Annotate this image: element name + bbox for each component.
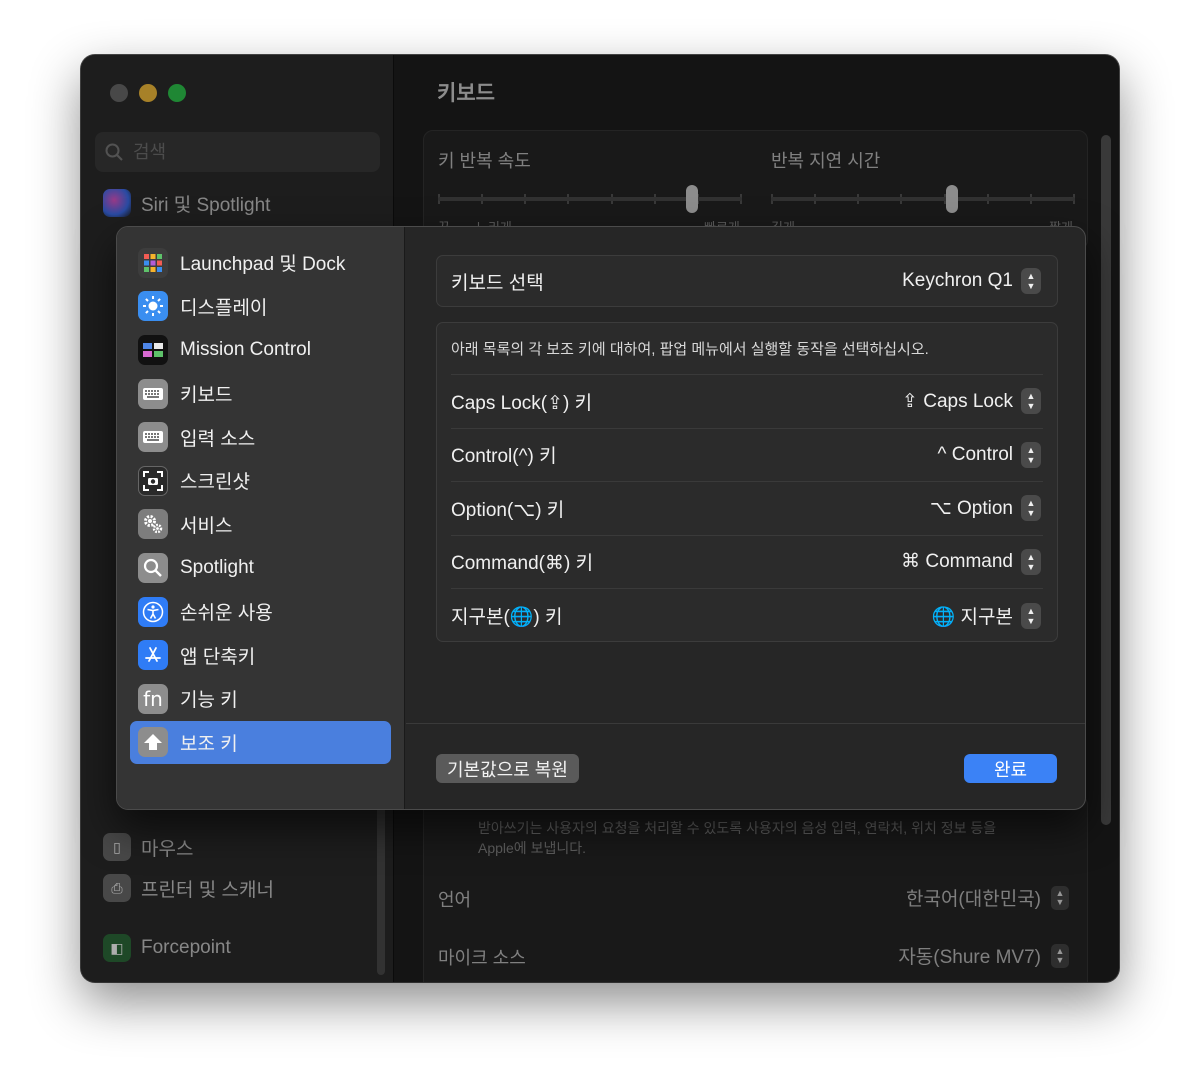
chevron-up-down-icon: ▲ ▼ [1021, 602, 1041, 629]
chevron-up-down-icon: ▲ ▼ [1021, 441, 1041, 468]
nav-item-services[interactable]: 서비스 [130, 503, 391, 547]
modifier-description: 아래 목록의 각 보조 키에 대하여, 팝업 메뉴에서 실행할 동작을 선택하십… [451, 323, 1043, 375]
modifier-row-globe: 지구본(🌐) 키 🌐 지구본 ▲ ▼ [451, 589, 1043, 643]
accessibility-icon [138, 596, 168, 627]
modifier-label: Command(⌘) 키 [451, 553, 594, 575]
modifier-label: Caps Lock(⇪) 키 [451, 392, 593, 414]
nav-item-launchpad-dock[interactable]: Launchpad 및 Dock [130, 241, 391, 285]
modifier-value: ⌘ Command [901, 551, 1013, 573]
fn-icon: fn [138, 683, 168, 714]
done-button[interactable]: 완료 [964, 754, 1057, 783]
launchpad-icon [138, 247, 168, 278]
shortcuts-sidebar: Launchpad 및 Dock 디스플레이 Mission Control 키… [117, 227, 405, 809]
modifier-label: Option(⌥) 키 [451, 499, 565, 521]
mission-control-icon [138, 334, 168, 365]
chevron-up-down-icon: ▲ ▼ [1021, 495, 1041, 522]
gear-icon [138, 509, 168, 540]
command-popup[interactable]: ⌘ Command ▲ ▼ [901, 548, 1041, 575]
nav-item-label: 앱 단축키 [180, 646, 256, 668]
sheet-footer: 기본값으로 복원 완료 [406, 723, 1085, 809]
nav-item-label: 서비스 [180, 515, 233, 537]
modifier-value: ⌥ Option [929, 497, 1013, 519]
nav-item-app-shortcuts[interactable]: 앱 단축키 [130, 633, 391, 677]
option-popup[interactable]: ⌥ Option ▲ ▼ [929, 495, 1041, 522]
nav-item-label: 입력 소스 [180, 428, 256, 450]
keyboard-icon [138, 378, 168, 409]
search-icon [138, 552, 168, 583]
display-icon [138, 291, 168, 322]
nav-item-label: Mission Control [180, 338, 311, 360]
keyboard-shortcuts-sheet: Launchpad 및 Dock 디스플레이 Mission Control 키… [116, 226, 1086, 810]
nav-item-display[interactable]: 디스플레이 [130, 285, 391, 329]
modifier-row-option: Option(⌥) 키 ⌥ Option ▲ ▼ [451, 482, 1043, 536]
modifier-label: Control(^) 키 [451, 446, 557, 468]
screenshot-icon [138, 465, 168, 496]
keyboard-select-popup[interactable]: Keychron Q1 ▲ ▼ [902, 268, 1041, 294]
modifier-row-control: Control(^) 키 ^ Control ▲ ▼ [451, 429, 1043, 482]
nav-item-input-sources[interactable]: 입력 소스 [130, 415, 391, 459]
modifier-value: ^ Control [937, 443, 1013, 465]
modifier-row-caps-lock: Caps Lock(⇪) 키 ⇪ Caps Lock ▲ ▼ [451, 375, 1043, 429]
control-popup[interactable]: ^ Control ▲ ▼ [937, 441, 1041, 468]
keyboard-select-value: Keychron Q1 [902, 270, 1013, 291]
nav-item-accessibility[interactable]: 손쉬운 사용 [130, 590, 391, 634]
nav-item-screenshots[interactable]: 스크린샷 [130, 459, 391, 503]
nav-item-label: 키보드 [180, 385, 233, 407]
nav-item-label: 보조 키 [180, 733, 238, 755]
nav-item-label: 손쉬운 사용 [180, 603, 273, 625]
chevron-up-down-icon: ▲ ▼ [1021, 268, 1041, 294]
modifier-row-command: Command(⌘) 키 ⌘ Command ▲ ▼ [451, 536, 1043, 589]
nav-item-spotlight[interactable]: Spotlight [130, 546, 391, 590]
chevron-up-down-icon: ▲ ▼ [1021, 388, 1041, 415]
globe-popup[interactable]: 🌐 지구본 ▲ ▼ [932, 602, 1041, 629]
modifier-key-icon [138, 727, 168, 758]
modifier-value: 🌐 지구본 [931, 607, 1013, 629]
nav-item-modifier-keys[interactable]: 보조 키 [130, 720, 391, 765]
modifier-list: 아래 목록의 각 보조 키에 대하여, 팝업 메뉴에서 실행할 동작을 선택하십… [436, 322, 1058, 642]
modifier-value: ⇪ Caps Lock [902, 390, 1013, 412]
nav-item-label: 디스플레이 [180, 297, 268, 319]
nav-item-label: 스크린샷 [180, 472, 250, 494]
restore-defaults-button[interactable]: 기본값으로 복원 [436, 754, 579, 783]
modifier-label: 지구본(🌐) 키 [451, 607, 563, 629]
input-source-icon [138, 422, 168, 453]
nav-item-label: Launchpad 및 Dock [180, 254, 346, 276]
keyboard-select-label: 키보드 선택 [451, 272, 544, 294]
nav-item-function-keys[interactable]: fn 기능 키 [130, 677, 391, 721]
chevron-up-down-icon: ▲ ▼ [1021, 548, 1041, 575]
nav-item-label: Spotlight [180, 556, 254, 578]
nav-item-label: 기능 키 [180, 690, 238, 712]
nav-item-mission-control[interactable]: Mission Control [130, 328, 391, 372]
modifier-keys-pane: 키보드 선택 Keychron Q1 ▲ ▼ 아래 목록의 각 보조 키에 대하여… [406, 227, 1085, 809]
app-store-icon [138, 640, 168, 671]
keyboard-select-row: 키보드 선택 Keychron Q1 ▲ ▼ [436, 255, 1058, 307]
caps-lock-popup[interactable]: ⇪ Caps Lock ▲ ▼ [902, 388, 1041, 415]
nav-item-keyboard[interactable]: 키보드 [130, 372, 391, 416]
